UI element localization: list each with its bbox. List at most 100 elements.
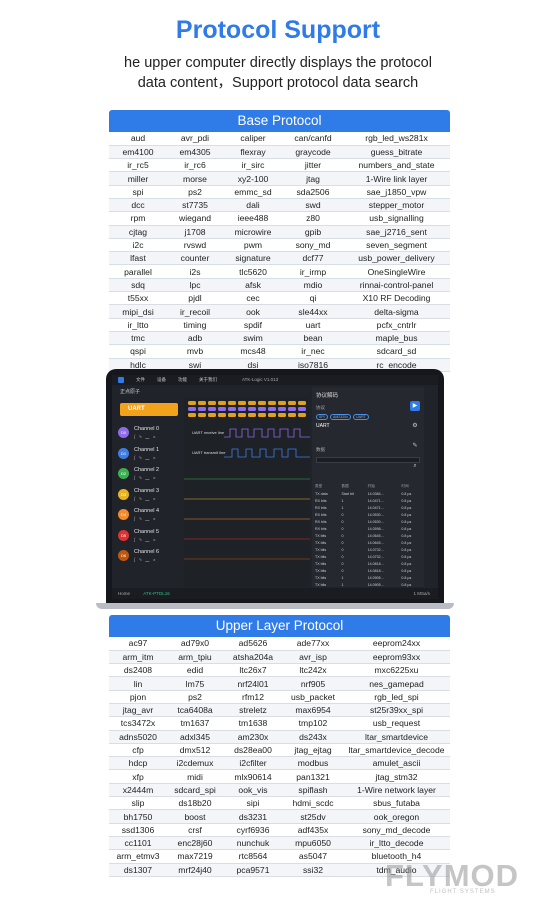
channel-row[interactable]: D3 Channel 3 ∫ ∿ ‿ ⌅ <box>116 485 178 505</box>
decoded-column-header[interactable]: 数据 <box>341 483 367 490</box>
base-protocol-row: tmc adb swim bean maple_bus <box>109 331 450 346</box>
decode-marker <box>278 413 286 417</box>
channel-trigger-icons[interactable]: ∫ ∿ ‿ ⌅ <box>134 496 157 502</box>
decoded-row[interactable]: TX bits 0 14.0818… 0.8 μs <box>314 560 422 567</box>
upper-protocol-cell: cc1101 <box>109 836 167 851</box>
decode-marker <box>298 401 306 405</box>
upper-protocol-cell: ds18b20 <box>167 796 223 811</box>
channel-trigger-icons[interactable]: ∫ ∿ ‿ ⌅ <box>134 516 157 522</box>
channel-trigger-icons[interactable]: ∫ ∿ ‿ ⌅ <box>134 537 157 543</box>
channel-row[interactable]: D1 Channel 1 ∫ ∿ ‿ ⌅ <box>116 444 178 464</box>
upper-protocol-cell: lin <box>109 676 167 691</box>
decoded-row[interactable]: TX data Start bit 14.0384… 0.8 μs <box>314 490 422 497</box>
base-protocol-cell: ir_nec <box>283 344 343 359</box>
upper-protocol-cell: as5047 <box>283 849 343 864</box>
upper-protocol-cell: dmx512 <box>167 743 223 758</box>
decoded-row[interactable]: TX bits 0 14.0645… 0.8 μs <box>314 539 422 546</box>
channel-trigger-icons[interactable]: ∫ ∿ ‿ ⌅ <box>134 434 157 440</box>
decode-marker <box>218 401 226 405</box>
base-protocol-cell: jitter <box>283 158 343 173</box>
base-protocol-row: parallel i2s tlc5620 ir_irmp OneSingleWire <box>109 264 450 279</box>
channel-row[interactable]: D4 Channel 4 ∫ ∿ ‿ ⌅ <box>116 505 178 525</box>
decode-marker <box>188 401 196 405</box>
decode-marker <box>268 407 276 411</box>
upper-protocol-row: adns5020 adxl345 am230x ds243x ltar_smartdev… <box>109 730 450 744</box>
channel-row[interactable]: D6 Channel 6 ∫ ∿ ‿ ⌅ <box>116 546 178 566</box>
chip-spi[interactable]: SPI <box>316 414 328 420</box>
decoded-column-header[interactable]: 时间 <box>400 483 422 490</box>
decoded-row[interactable]: TX bits 1 14.0905… 0.8 μs <box>314 574 422 581</box>
base-protocol-cell: 1-Wire link layer <box>343 171 450 186</box>
decoded-row[interactable]: RX bits 0 14.0530… 0.8 μs <box>314 511 422 518</box>
decode-marker <box>288 413 296 417</box>
channel-trigger-icons[interactable]: ∫ ∿ ‿ ⌅ <box>134 557 157 563</box>
uart-decoder-button[interactable]: UART <box>120 403 178 416</box>
upper-protocol-cell: rfm12 <box>223 690 283 704</box>
waveform-view[interactable]: UART receive line UART transmit line <box>184 397 310 587</box>
upper-protocol-cell: tcs3472x <box>109 716 167 731</box>
upper-protocol-cell: ltar_smartdevice <box>343 730 450 744</box>
menu-device[interactable]: 设备 <box>157 377 166 383</box>
upper-protocol-cell: adf435x <box>283 823 343 837</box>
base-protocol-row: ir_rc5 ir_rc6 ir_sirc jitter numbers_and_sta… <box>109 158 450 173</box>
status-home[interactable]: Home <box>118 591 130 596</box>
upper-protocol-cell: ds243x <box>283 730 343 744</box>
upper-protocol-row: slip ds18b20 sipi hdmi_scdc sbus_futaba <box>109 796 450 811</box>
decoded-row[interactable]: RX bits 0 14.0598… 0.8 μs <box>314 525 422 532</box>
base-protocol-cell: pjdl <box>167 291 223 306</box>
play-icon[interactable]: ▶ <box>410 401 420 411</box>
upper-protocol-cell: ds2408 <box>109 663 167 678</box>
channel-trigger-icons[interactable]: ∫ ∿ ‿ ⌅ <box>134 455 157 461</box>
decoded-row[interactable]: TX bits 0 14.0645… 0.8 μs <box>314 532 422 539</box>
base-protocol-cell: counter <box>167 251 223 266</box>
ruler-icon[interactable]: ✎ <box>410 441 420 451</box>
decode-marker <box>208 401 216 405</box>
decoded-column-header[interactable]: 开始 <box>367 483 401 490</box>
decoded-row[interactable]: TX bits 1 14.0905… 0.8 μs <box>314 581 422 588</box>
selected-protocol: UART <box>316 423 330 429</box>
upper-protocol-row: lin lm75 nrf24l01 nrf905 nes_gamepad <box>109 676 450 691</box>
upper-protocol-cell: ssd1306 <box>109 823 167 837</box>
upper-protocol-cell: ds3231 <box>223 809 283 824</box>
upper-protocol-cell: arm_itm <box>109 650 167 665</box>
upper-protocol-cell: mrf24j40 <box>167 863 223 877</box>
channel-badge: D3 <box>118 488 129 500</box>
menu-about[interactable]: 关于我们 <box>199 377 217 383</box>
channel-name: Channel 1 <box>134 446 160 453</box>
data-search-input[interactable] <box>316 457 420 463</box>
decoder-panel-heading: 协议解码 <box>316 393 339 399</box>
decode-marker <box>218 413 226 417</box>
upper-protocol-row: bh1750 boost ds3231 st25dv ook_oregon <box>109 809 450 824</box>
search-icon[interactable]: ⌕ <box>410 461 420 471</box>
channel-name: Channel 6 <box>134 549 160 555</box>
base-protocol-cell: swim <box>223 331 283 346</box>
menu-function[interactable]: 功能 <box>178 377 187 383</box>
base-protocol-cell: dali <box>223 198 283 213</box>
upper-protocol-cell: i2cfilter <box>223 756 283 771</box>
gear-icon[interactable]: ⚙ <box>410 421 420 431</box>
channel-row[interactable]: D5 Channel 5 ∫ ∿ ‿ ⌅ <box>116 526 178 546</box>
base-protocol-cell: cec <box>223 291 283 306</box>
decoded-row[interactable]: TX bits 0 14.0732… 0.8 μs <box>314 553 422 560</box>
decoded-row[interactable]: RX bits 0 14.0530… 0.8 μs <box>314 518 422 525</box>
decoded-row[interactable]: TX bits 0 14.0818… 0.8 μs <box>314 567 422 574</box>
decoded-row[interactable]: RX bits 1 14.0471… 0.8 μs <box>314 504 422 511</box>
upper-protocol-cell: eeprom93xx <box>343 650 450 665</box>
upper-protocol-cell: jtag_stm32 <box>343 769 450 784</box>
menu-file[interactable]: 文件 <box>136 377 145 383</box>
base-protocol-row: sdq lpc afsk mdio rinnai-control-panel <box>109 278 450 293</box>
decode-marker <box>268 413 276 417</box>
status-bar: Home ATK-PTDL16 1 MSa/s <box>112 588 438 599</box>
channel-row[interactable]: D2 Channel 2 ∫ ∿ ‿ ⌅ <box>116 464 178 484</box>
decoded-row[interactable]: TX bits 0 14.0732… 0.8 μs <box>314 546 422 553</box>
upper-protocol-cell: boost <box>167 809 223 824</box>
decoded-column-header[interactable]: 类型 <box>314 483 341 490</box>
chip-uart[interactable]: UART <box>353 414 369 420</box>
base-protocol-cell: t55xx <box>109 291 167 306</box>
channel-row[interactable]: D0 Channel 0 ∫ ∿ ‿ ⌅ <box>116 423 178 443</box>
upper-protocol-row: cfp dmx512 ds28ea00 jtag_ejtag ltar_smartdev… <box>109 743 450 758</box>
decoded-row[interactable]: RX bits 1 14.0471… 0.8 μs <box>314 497 422 504</box>
channel-trigger-icons[interactable]: ∫ ∿ ‿ ⌅ <box>134 475 157 481</box>
chip-am2320x[interactable]: AM2320x <box>330 414 351 420</box>
uart-button-label: UART <box>128 406 145 412</box>
